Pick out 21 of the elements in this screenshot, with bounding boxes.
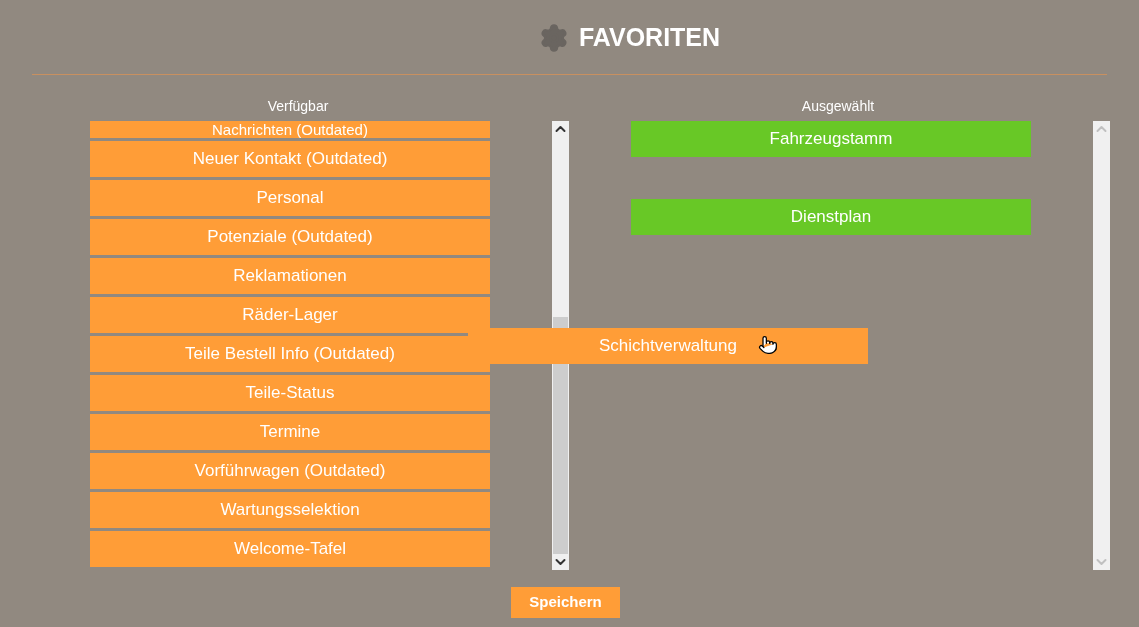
list-item[interactable]: Dienstplan xyxy=(631,199,1031,235)
list-item[interactable]: Welcome-Tafel xyxy=(90,531,490,567)
list-item[interactable]: Teile-Status xyxy=(90,375,490,411)
column-label: Verfügbar xyxy=(266,97,330,116)
column-label: Ausgewählt xyxy=(800,97,876,116)
dragged-list-item[interactable]: Schichtverwaltung xyxy=(468,328,868,364)
list-item[interactable]: Fahrzeugstamm xyxy=(631,121,1031,157)
save-button[interactable]: Speichern xyxy=(511,587,620,618)
list-item[interactable]: Räder-Lager xyxy=(90,297,490,333)
hand-cursor-icon xyxy=(758,334,778,356)
list-item[interactable]: Reklamationen xyxy=(90,258,490,294)
list-item[interactable]: Personal xyxy=(90,180,490,216)
list-item[interactable]: Neuer Kontakt (Outdated) xyxy=(90,141,490,177)
list-item[interactable]: Teile Bestell Info (Outdated) xyxy=(90,336,490,372)
list-item[interactable]: Termine xyxy=(90,414,490,450)
list-item[interactable]: Vorführwagen (Outdated) xyxy=(90,453,490,489)
list-item[interactable]: Wartungsselektion xyxy=(90,492,490,528)
dialog-title: FAVORITEN xyxy=(578,22,721,54)
list-item[interactable]: Potenziale (Outdated) xyxy=(90,219,490,255)
scrollbar[interactable] xyxy=(552,121,569,570)
list-item[interactable]: Nachrichten (Outdated) xyxy=(90,121,490,138)
